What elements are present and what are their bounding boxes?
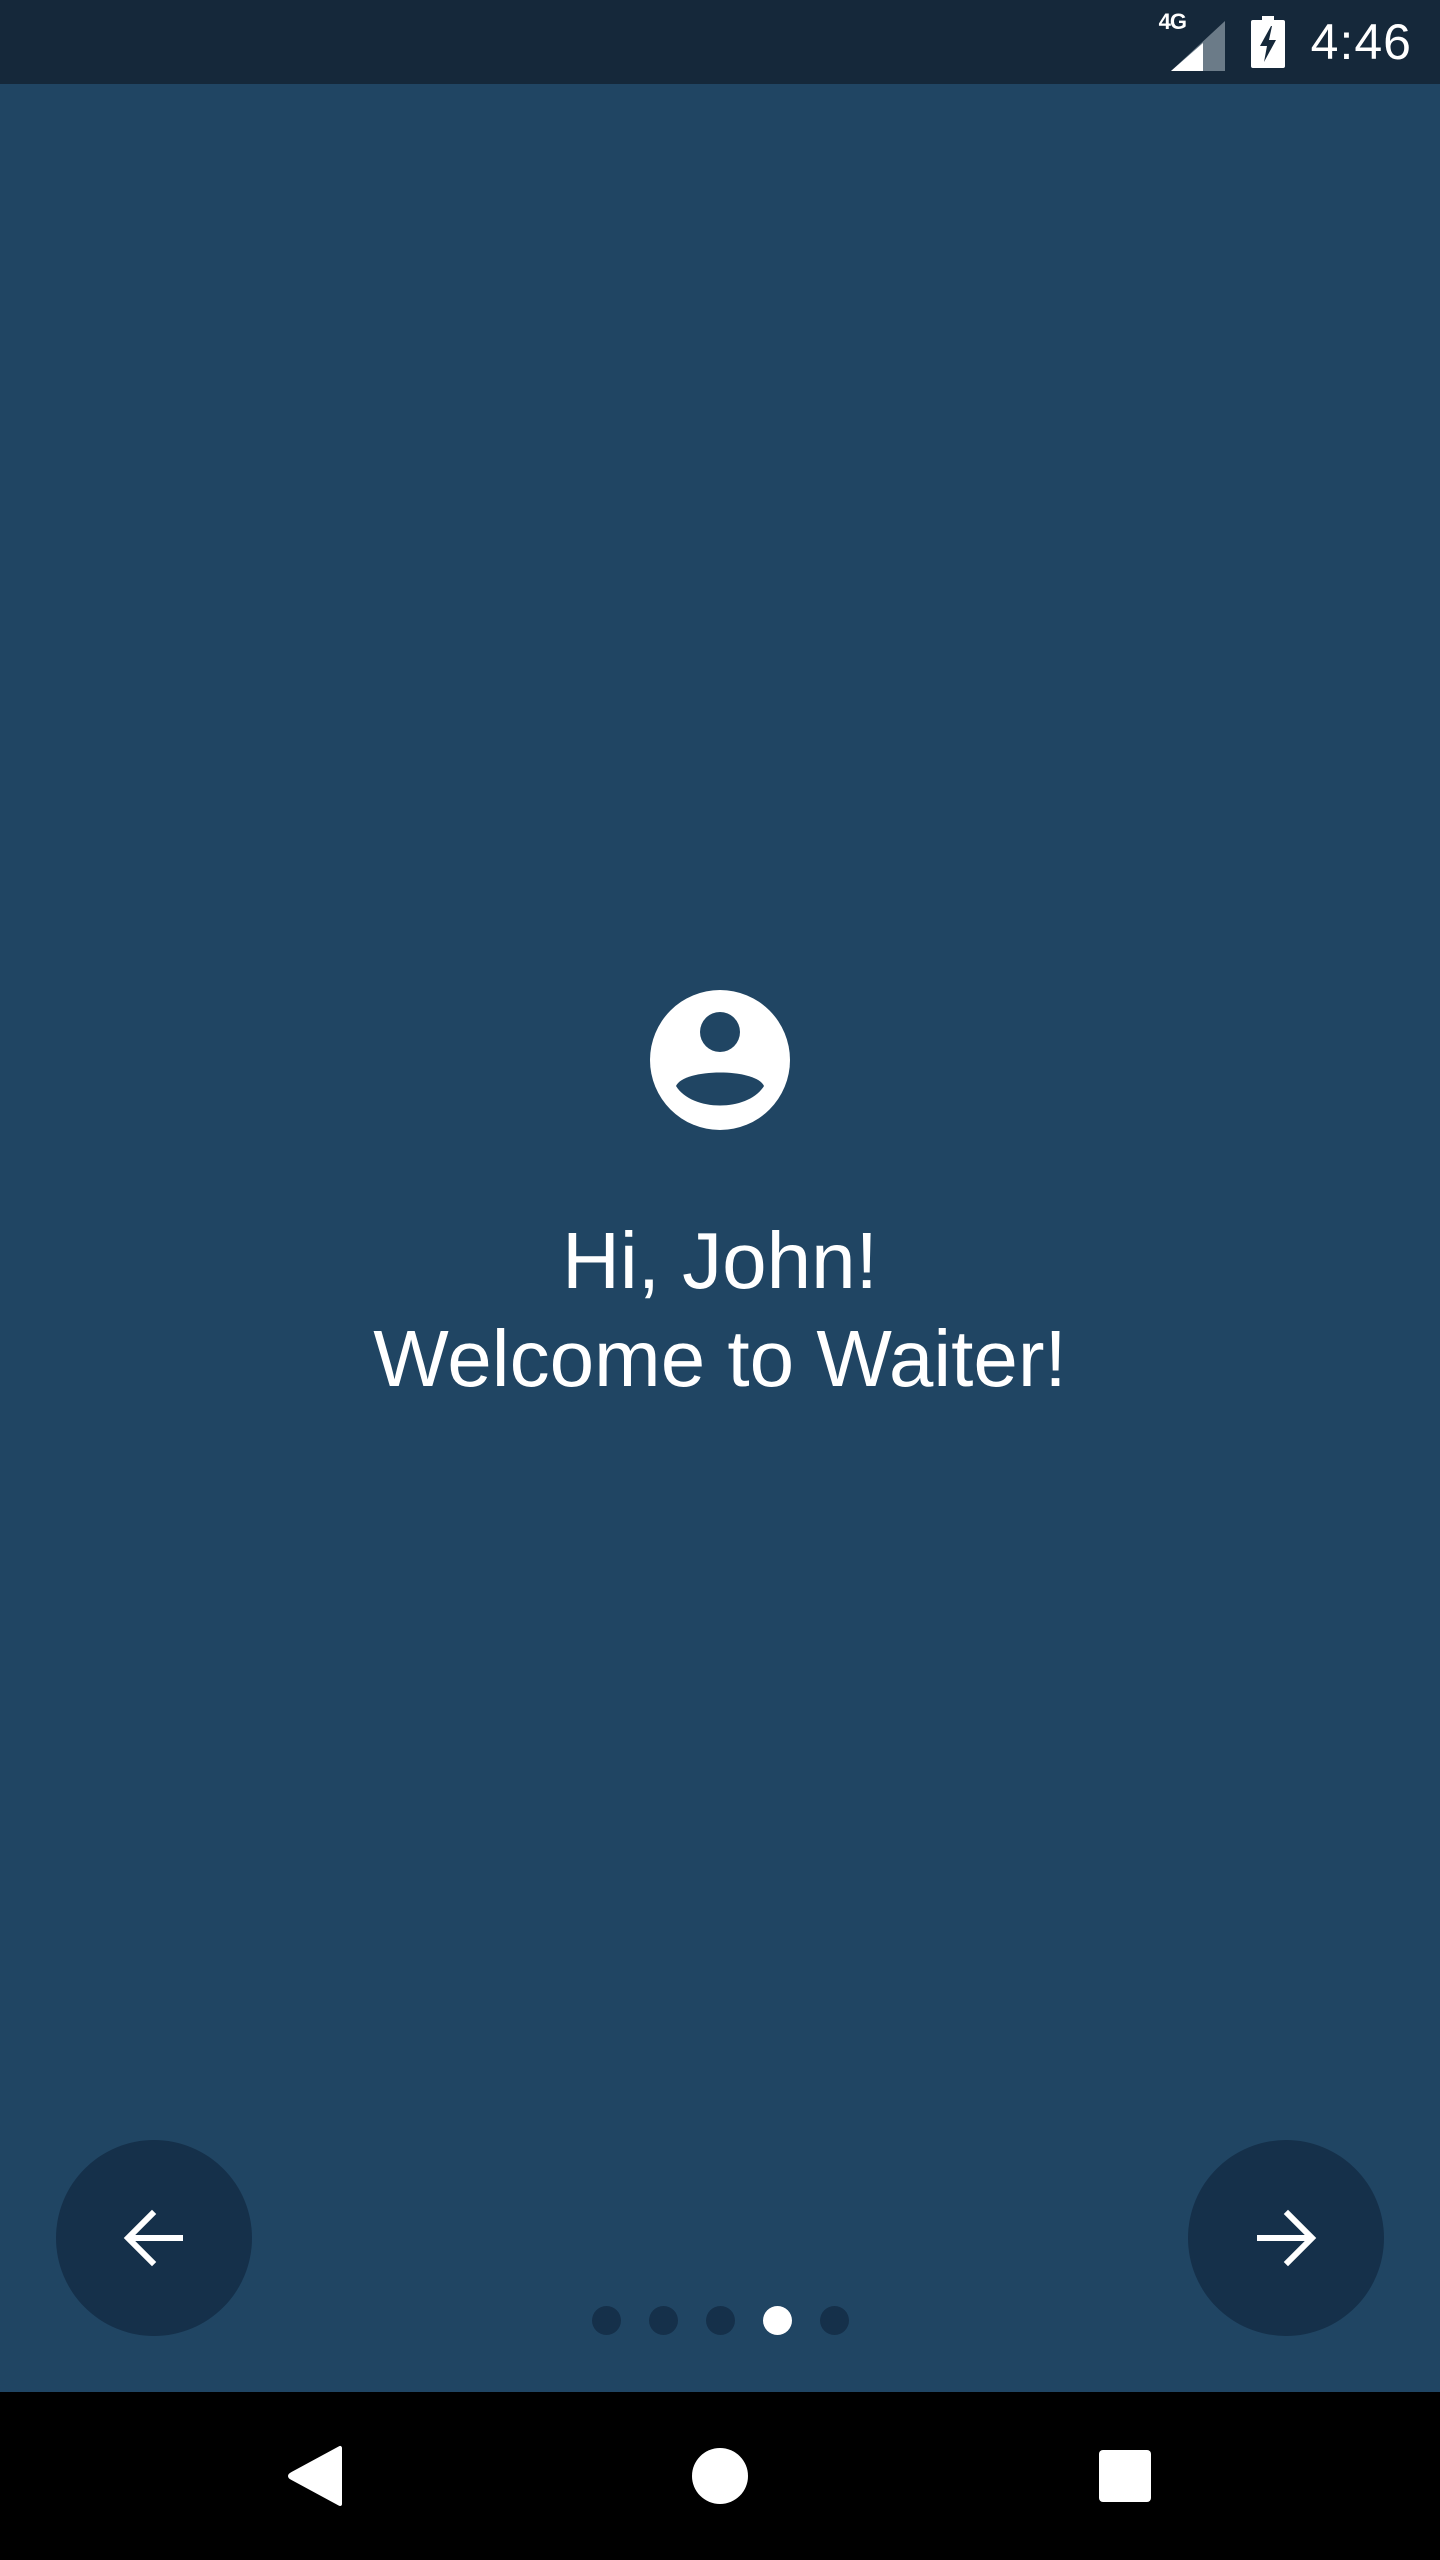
recents-icon (1099, 2450, 1151, 2502)
page-dot-2[interactable] (648, 2306, 678, 2335)
status-time: 4:46 (1310, 14, 1412, 70)
page-dot-3[interactable] (705, 2306, 735, 2335)
arrow-right-icon (1257, 2209, 1317, 2267)
account-circle-icon (650, 990, 790, 1130)
welcome-line: Welcome to Waiter! (373, 1314, 1067, 1403)
status-icons: 4G 4:46 (1159, 0, 1412, 84)
welcome-message: Hi, John! Welcome to Waiter! (373, 1212, 1067, 1408)
network-indicator: 4G (1159, 9, 1225, 71)
onboarding-screen: 4G 4:46 Hi, John! Welcome to Waiter! (0, 0, 1440, 2560)
greeting-line: Hi, John! (562, 1216, 878, 1305)
system-home-button[interactable] (691, 2447, 749, 2505)
page-dot-5[interactable] (819, 2306, 849, 2335)
status-bar: 4G 4:46 (0, 0, 1440, 84)
system-navigation-bar (0, 2392, 1440, 2560)
page-dot-1[interactable] (591, 2306, 621, 2335)
system-back-button[interactable] (286, 2444, 346, 2508)
welcome-block: Hi, John! Welcome to Waiter! (0, 988, 1440, 1408)
battery-charging-icon (1250, 16, 1285, 68)
home-icon (692, 2448, 748, 2504)
page-indicator (0, 2306, 1440, 2335)
signal-icon (1170, 21, 1225, 71)
back-icon (288, 2446, 342, 2506)
system-recents-button[interactable] (1099, 2450, 1151, 2502)
page-dot-4-active[interactable] (762, 2306, 792, 2335)
arrow-left-icon (123, 2209, 183, 2267)
